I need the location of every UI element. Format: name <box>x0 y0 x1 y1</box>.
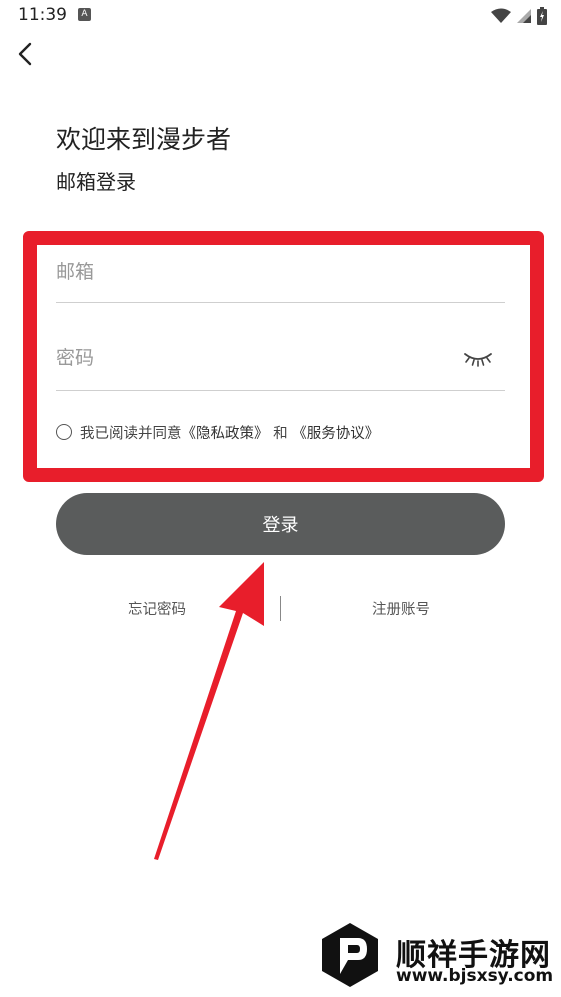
notification-icon: A <box>78 8 91 21</box>
page-title: 欢迎来到漫步者 <box>56 125 232 154</box>
password-input[interactable] <box>56 342 456 374</box>
watermark-logo-icon <box>322 923 378 987</box>
wifi-icon <box>491 8 511 23</box>
agree-checkbox[interactable] <box>56 424 72 440</box>
email-field-container <box>56 248 505 303</box>
watermark-url: www.bjsxsy.com <box>396 966 554 986</box>
privacy-policy-link[interactable]: 《隐私政策》 <box>182 422 269 443</box>
watermark: 顺祥手游网 www.bjsxsy.com <box>320 922 554 990</box>
back-button[interactable] <box>10 36 46 72</box>
back-icon <box>18 42 32 66</box>
register-link[interactable]: 注册账号 <box>372 598 430 619</box>
password-visibility-toggle[interactable] <box>463 346 493 368</box>
link-divider <box>280 596 281 621</box>
status-bar: 11:39 A <box>0 0 561 32</box>
login-method-label: 邮箱登录 <box>56 170 136 194</box>
agree-text: 我已阅读并同意 <box>80 425 182 442</box>
forgot-password-link[interactable]: 忘记密码 <box>128 598 186 619</box>
battery-icon <box>537 7 547 25</box>
status-time: 11:39 <box>18 5 67 25</box>
login-button[interactable]: 登录 <box>56 493 505 555</box>
status-icons <box>491 6 547 26</box>
agree-and-text: 和 <box>268 425 293 442</box>
eye-closed-icon <box>464 353 492 367</box>
email-input[interactable] <box>56 256 456 288</box>
agreement-row: 我已阅读并同意 《隐私政策》 和 《服务协议》 <box>56 421 379 443</box>
terms-link[interactable]: 《服务协议》 <box>292 422 379 443</box>
password-field-container <box>56 332 505 391</box>
signal-icon <box>517 9 531 23</box>
